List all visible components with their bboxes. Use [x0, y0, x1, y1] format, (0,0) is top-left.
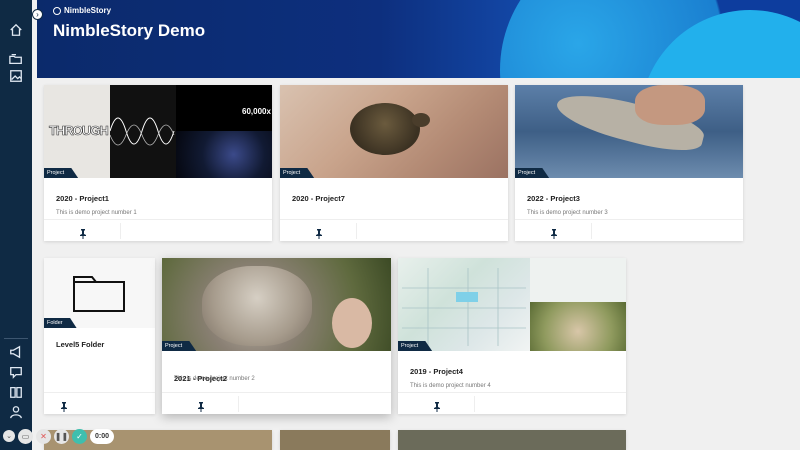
type-tag: Project — [162, 341, 197, 351]
folders-icon[interactable] — [8, 51, 24, 67]
project-card[interactable]: THROUGH 60,000x Project 2020 - Project1 … — [44, 85, 272, 241]
folder-thumbnail: Folder — [44, 258, 155, 328]
card-footer — [280, 219, 508, 241]
logo-text: NimbleStory — [64, 6, 112, 15]
type-tag: Project — [280, 168, 315, 178]
library-icon[interactable] — [8, 384, 24, 400]
folder-card[interactable]: Folder Level5 Folder — [44, 258, 155, 414]
card-title: 2019 - Project4 — [410, 367, 463, 376]
card-title: Level5 Folder — [56, 340, 105, 349]
pin-icon[interactable] — [314, 226, 324, 239]
card-title: 2020 - Project7 — [292, 194, 345, 203]
card-description: This is demo project number 1 — [56, 210, 137, 216]
project-card-partial[interactable] — [280, 430, 390, 450]
pin-icon[interactable] — [549, 226, 559, 239]
type-tag: Project — [515, 168, 550, 178]
project-card[interactable]: Project 2022 - Project3 This is demo pro… — [515, 85, 743, 241]
cancel-recording-button[interactable]: ✕ — [36, 428, 51, 444]
card-footer — [44, 392, 155, 414]
card-description: This is demo project number 3 — [527, 210, 608, 216]
pin-icon[interactable] — [196, 399, 206, 412]
card-footer — [515, 219, 743, 241]
project-thumbnail: Project — [398, 258, 626, 351]
card-footer — [44, 219, 272, 241]
pin-icon[interactable] — [59, 399, 69, 412]
gallery-icon[interactable] — [8, 68, 24, 84]
project-thumbnail: THROUGH 60,000x Project — [44, 85, 272, 178]
home-icon[interactable] — [8, 22, 24, 38]
card-footer — [162, 392, 391, 414]
type-tag: Folder — [44, 318, 77, 328]
thumb-stat-text: 60,000x — [242, 107, 271, 116]
brand-logo: NimbleStory — [53, 6, 111, 15]
folder-icon — [73, 276, 125, 312]
pin-icon[interactable] — [78, 226, 88, 239]
project-thumbnail: Project — [515, 85, 743, 178]
sidebar — [0, 0, 32, 450]
sidebar-collapse-button[interactable]: › — [32, 9, 43, 20]
card-description: This is demo project number 4 — [410, 383, 491, 389]
guide-icon[interactable] — [8, 364, 24, 380]
sidebar-divider — [4, 338, 28, 339]
card-title: 2020 - Project1 — [56, 194, 109, 203]
pause-button[interactable]: ❚❚ — [54, 428, 69, 444]
camera-icon[interactable]: ▭ — [18, 428, 33, 444]
recording-timer: 0:00 — [90, 428, 115, 444]
user-icon[interactable] — [8, 404, 24, 420]
project-card[interactable]: Project 2019 - Project4 This is demo pro… — [398, 258, 626, 414]
project-thumbnail: Project — [162, 258, 391, 351]
thumb-through-text: THROUGH — [49, 123, 109, 139]
project-card[interactable]: Project 2020 - Project7 — [280, 85, 508, 241]
project-card[interactable]: Project 2021 - Project2 This is demo pro… — [162, 258, 391, 414]
logo-icon — [53, 6, 61, 15]
pin-icon[interactable] — [432, 399, 442, 412]
card-title: 2022 - Project3 — [527, 194, 580, 203]
card-description: This is demo project number 2 — [174, 376, 255, 382]
announcement-icon[interactable] — [8, 344, 24, 360]
header-banner: NimbleStory NimbleStory Demo — [37, 0, 800, 78]
recorder-toolbar: ⌄ ▭ ✕ ❚❚ ✓ 0:00 — [3, 426, 115, 446]
card-footer — [398, 392, 626, 414]
project-card-partial[interactable] — [398, 430, 626, 450]
page-title: NimbleStory Demo — [53, 21, 206, 40]
project-thumbnail: Project — [280, 85, 508, 178]
recorder-collapse-button[interactable]: ⌄ — [3, 430, 15, 442]
finish-recording-button[interactable]: ✓ — [72, 428, 87, 444]
